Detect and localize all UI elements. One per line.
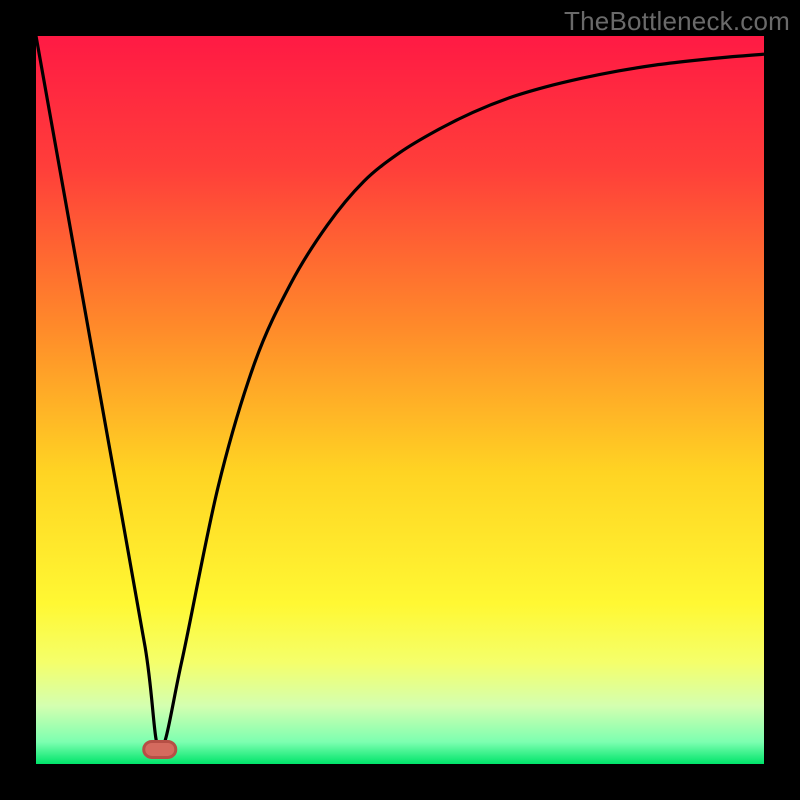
chart-svg [36,36,764,764]
optimum-marker [144,741,176,757]
watermark-text: TheBottleneck.com [564,6,790,37]
plot-area [36,36,764,764]
chart-frame: TheBottleneck.com [0,0,800,800]
